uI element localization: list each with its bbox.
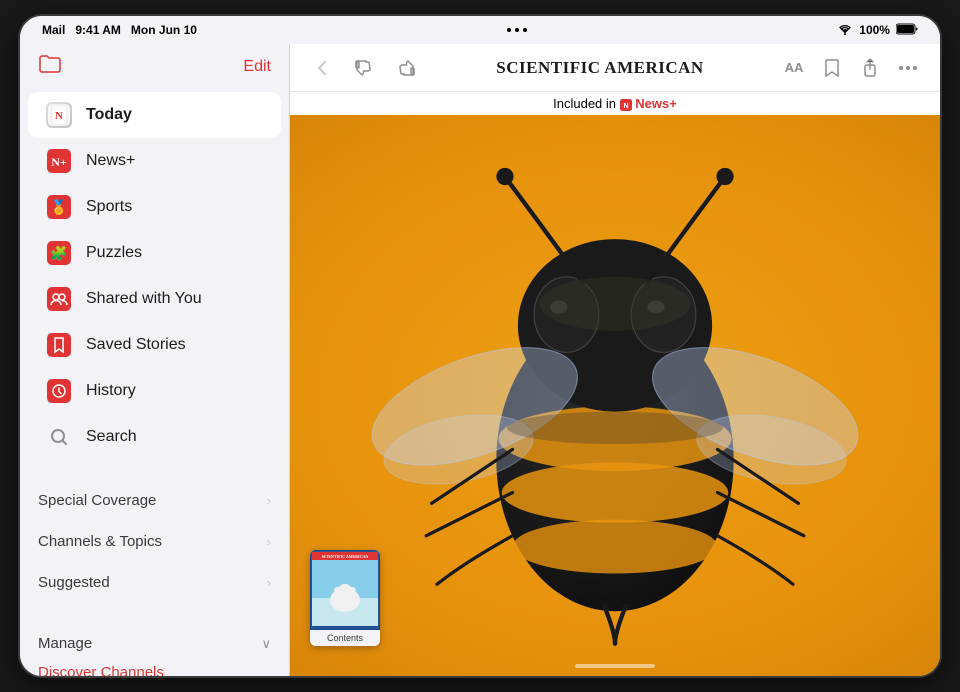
puzzles-label: Puzzles [86,244,142,262]
saved-label: Saved Stories [86,336,186,354]
magazine-cover: SCIENTIFIC AMERICAN [310,550,380,630]
special-coverage-label: Special Coverage [38,492,156,509]
saved-icon [46,332,72,358]
battery-percent: 100% [859,23,890,37]
bookmark-button[interactable] [816,52,848,84]
toolbar-left [306,52,422,84]
status-bar: Mail 9:41 AM Mon Jun 10 100% [20,16,940,44]
bee-image-bg: SCIENTIFIC AMERICAN Contents [290,115,940,676]
scroll-indicator [575,664,655,668]
status-time: 9:41 AM [75,23,121,37]
sidebar-item-today[interactable]: N Today [28,92,281,138]
apple-news-plus-badge: N News+ [620,96,677,111]
status-mail: Mail [42,23,65,37]
article-content: SCIENTIFIC AMERICAN Contents [290,115,940,676]
manage-header: Manage ∨ [38,627,271,656]
status-date: Mon Jun 10 [131,23,197,37]
magazine-thumbnail[interactable]: SCIENTIFIC AMERICAN Contents [310,550,380,646]
sidebar-item-history[interactable]: History [28,368,281,414]
suggested-chevron: › [267,575,271,590]
svg-text:🧩: 🧩 [50,245,67,262]
battery-icon [896,23,918,38]
shared-icon [46,286,72,312]
sidebar-sections: Special Coverage › Channels & Topics › S… [20,480,289,603]
folder-icon [38,54,62,80]
history-icon [46,378,72,404]
manage-label: Manage [38,635,92,652]
status-center [507,28,527,32]
puzzles-icon: 🧩 [46,240,72,266]
article-toolbar: SCIENTIFIC AMERICAN AA [290,44,940,92]
history-label: History [86,382,136,400]
status-dot-2 [515,28,519,32]
sidebar: Edit N Today N+ News+ [20,44,290,676]
thumbsdown-button[interactable] [348,52,380,84]
article-area: SCIENTIFIC AMERICAN AA [290,44,940,676]
suggested-label: Suggested [38,574,110,591]
suggested-item[interactable]: Suggested › [28,562,281,603]
shared-label: Shared with You [86,290,202,308]
edit-button[interactable]: Edit [243,58,271,76]
channels-topics-item[interactable]: Channels & Topics › [28,521,281,562]
svg-text:N: N [55,110,63,122]
newsplus-label: News+ [86,152,135,170]
sidebar-item-newsplus[interactable]: N+ News+ [28,138,281,184]
wifi-icon [837,23,853,38]
sports-icon: 🏅 [46,194,72,220]
today-icon: N [46,102,72,128]
sports-label: Sports [86,198,132,216]
svg-text:SCIENTIFIC AMERICAN: SCIENTIFIC AMERICAN [322,554,369,559]
sidebar-manage: Manage ∨ Discover Channels Notifications… [20,619,289,676]
ipad-frame: Mail 9:41 AM Mon Jun 10 100% [20,16,940,676]
sidebar-item-sports[interactable]: 🏅 Sports [28,184,281,230]
share-button[interactable] [854,52,886,84]
sidebar-item-saved[interactable]: Saved Stories [28,322,281,368]
thumbsup-button[interactable] [390,52,422,84]
special-coverage-chevron: › [267,493,271,508]
sidebar-item-shared[interactable]: Shared with You [28,276,281,322]
svg-text:N: N [623,103,628,110]
article-included-banner: Included in N News+ [290,92,940,115]
app-container: Edit N Today N+ News+ [20,44,940,676]
more-button[interactable] [892,52,924,84]
search-icon-nav [46,424,72,450]
status-right: 100% [837,23,918,38]
included-text: Included in [553,96,616,111]
newsplus-icon: N+ [46,148,72,174]
status-dot-1 [507,28,511,32]
status-dot-3 [523,28,527,32]
status-left: Mail 9:41 AM Mon Jun 10 [42,23,197,37]
publication-title: SCIENTIFIC AMERICAN [496,58,703,78]
back-button[interactable] [306,52,338,84]
sidebar-item-puzzles[interactable]: 🧩 Puzzles [28,230,281,276]
special-coverage-item[interactable]: Special Coverage › [28,480,281,521]
channels-topics-label: Channels & Topics [38,533,162,550]
sidebar-item-search[interactable]: Search [28,414,281,460]
today-label: Today [86,106,132,124]
search-label: Search [86,428,137,446]
svg-text:🏅: 🏅 [50,199,67,216]
manage-chevron[interactable]: ∨ [261,636,271,652]
article-image: SCIENTIFIC AMERICAN Contents [290,115,940,676]
discover-channels-link[interactable]: Discover Channels [38,656,271,676]
svg-text:N+: N+ [51,155,67,169]
sidebar-header: Edit [20,44,289,88]
text-size-button[interactable]: AA [778,52,810,84]
sidebar-nav: N Today N+ News+ 🏅 Sports [20,88,289,464]
toolbar-right: AA [778,52,924,84]
magazine-contents-label: Contents [310,630,380,646]
channels-topics-chevron: › [267,534,271,549]
